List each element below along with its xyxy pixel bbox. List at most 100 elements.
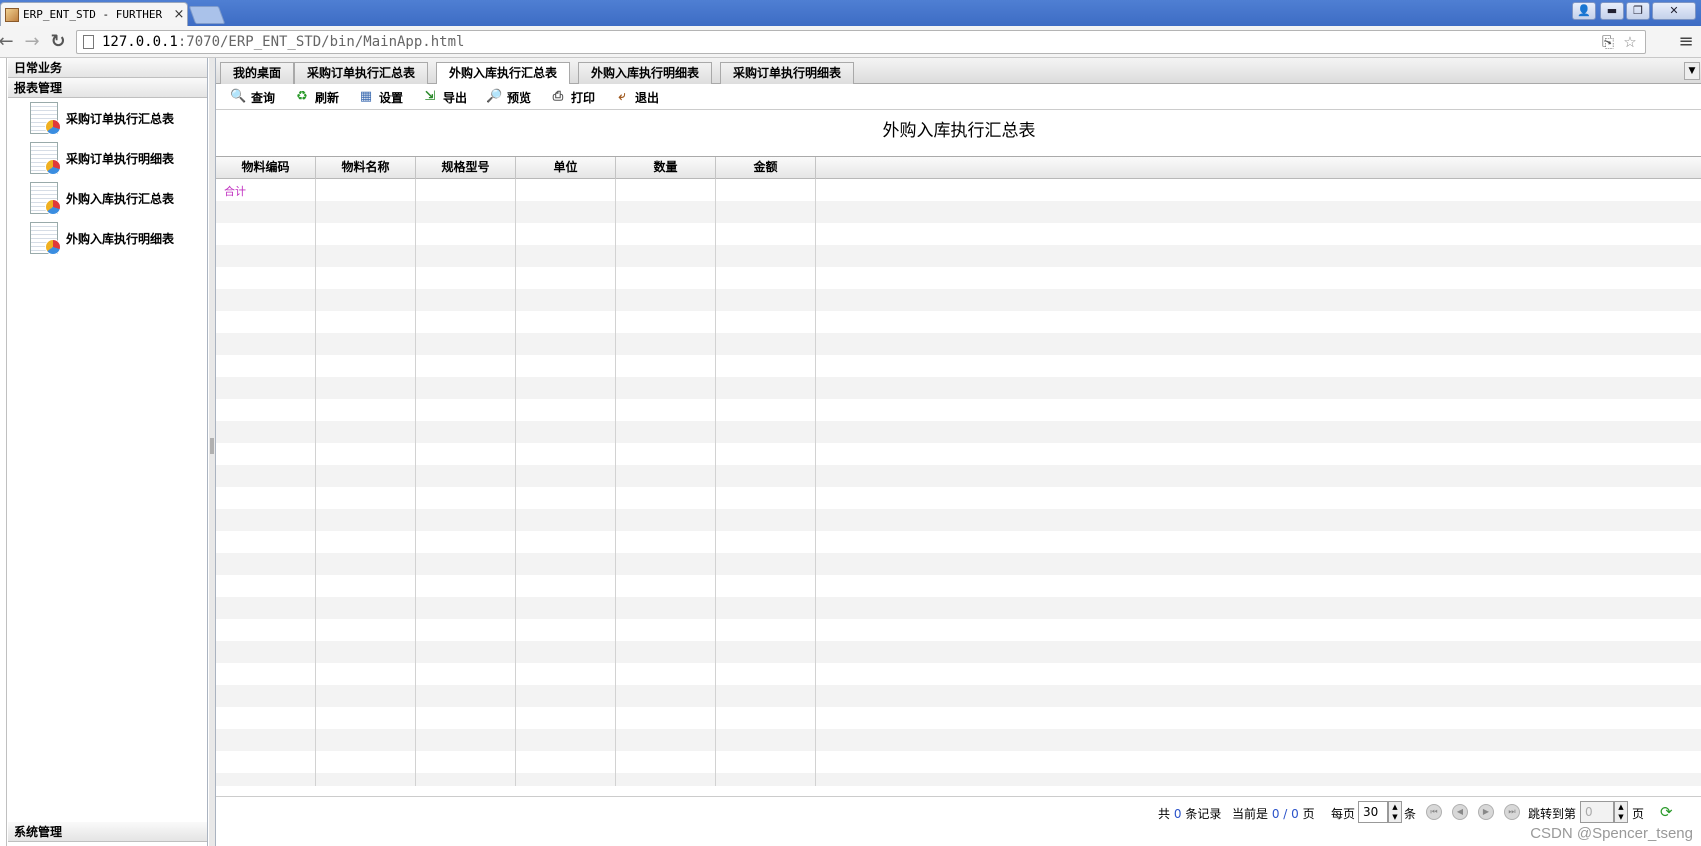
preview-icon: 🔎 (486, 89, 503, 104)
page-icon (83, 35, 94, 49)
back-arrow-icon[interactable]: ← (0, 32, 16, 52)
sidebar: 日常业务 报表管理 采购订单执行汇总表 采购订单执行明细表 外购入库执行汇总表 … (8, 58, 208, 846)
favicon-icon (5, 7, 19, 22)
tab-purchase-order-summary[interactable]: 采购订单执行汇总表 (294, 62, 429, 84)
per-page-label: 每页 (1331, 807, 1356, 821)
browser-tab[interactable]: ERP_ENT_STD - FURTHER × (0, 2, 188, 26)
sidebar-item-label: 采购订单执行明细表 (66, 151, 175, 166)
last-page-icon[interactable]: ⏭ (1504, 804, 1520, 820)
refresh-button[interactable]: ♻ 刷新 (294, 87, 339, 107)
pager-refresh-icon[interactable]: ⟳ (1660, 804, 1676, 820)
column-header-unit[interactable]: 单位 (516, 157, 616, 179)
tab-list-dropdown-icon[interactable]: ▼ (1684, 62, 1700, 80)
report-icon (30, 222, 61, 255)
translate-icon[interactable]: ⎘ (1599, 33, 1617, 51)
report-grid: 物料编码 物料名称 规格型号 单位 数量 金额 合计 (216, 156, 1701, 786)
splitter-grip[interactable] (210, 438, 214, 454)
report-icon (30, 142, 61, 175)
print-button[interactable]: ⎙ 打印 (550, 87, 595, 107)
per-page-spinner[interactable]: ▲ ▼ (1388, 801, 1402, 823)
address-bar[interactable]: 127.0.0.1:7070/ERP_ENT_STD/bin/MainApp.h… (76, 30, 1646, 54)
per-page-input[interactable]: 30 (1358, 801, 1388, 823)
grid-header: 物料编码 物料名称 规格型号 单位 数量 金额 (216, 157, 1701, 179)
tab-inbound-detail[interactable]: 外购入库执行明细表 (578, 62, 713, 84)
grid-body[interactable]: 合计 (216, 179, 1701, 786)
browser-tab-title: ERP_ENT_STD - FURTHER (23, 8, 163, 21)
prev-page-icon[interactable]: ◀ (1452, 804, 1468, 820)
column-header-spec-model[interactable]: 规格型号 (416, 157, 516, 179)
report-icon (30, 182, 61, 215)
per-page-unit: 条 (1404, 807, 1417, 821)
exit-label: 退出 (635, 90, 660, 105)
report-menu: 采购订单执行汇总表 采购订单执行明细表 外购入库执行汇总表 外购入库执行明细表 (8, 98, 207, 824)
minimize-button[interactable]: ▬ (1600, 2, 1624, 20)
reload-icon[interactable]: ↻ (48, 32, 68, 52)
sidebar-item-inbound-detail[interactable]: 外购入库执行明细表 (30, 220, 174, 256)
new-tab-button[interactable] (188, 6, 226, 24)
exit-door-icon: ⤶ (618, 89, 626, 104)
column-header-amount[interactable]: 金额 (716, 157, 816, 179)
refresh-label: 刷新 (315, 90, 340, 105)
sidebar-item-label: 外购入库执行汇总表 (66, 191, 175, 206)
jump-page-unit: 页 (1632, 807, 1645, 821)
close-tab-icon[interactable]: × (171, 7, 187, 22)
current-page-value: 0 / 0 (1271, 807, 1299, 821)
browser-titlebar: ERP_ENT_STD - FURTHER × 👤 ▬ ❐ ✕ (0, 0, 1701, 26)
sidebar-item-purchase-order-summary[interactable]: 采购订单执行汇总表 (30, 100, 174, 136)
browser-menu-icon[interactable]: ≡ (1676, 32, 1696, 52)
column-header-material-code[interactable]: 物料编码 (216, 157, 316, 179)
search-icon: 🔍 (230, 89, 247, 104)
column-header-quantity[interactable]: 数量 (616, 157, 716, 179)
column-divider (415, 179, 416, 786)
total-records-text: 共 0 条记录 (1158, 807, 1222, 821)
app-area: 日常业务 报表管理 采购订单执行汇总表 采购订单执行明细表 外购入库执行汇总表 … (0, 58, 1701, 846)
column-divider (615, 179, 616, 786)
tab-my-desktop[interactable]: 我的桌面 (220, 62, 295, 84)
accordion-daily-business[interactable]: 日常业务 (8, 58, 207, 78)
sidebar-item-inbound-summary[interactable]: 外购入库执行汇总表 (30, 180, 174, 216)
preview-button[interactable]: 🔎 预览 (486, 87, 531, 107)
tab-inbound-summary[interactable]: 外购入库执行汇总表 (436, 62, 571, 85)
column-divider (815, 179, 816, 786)
settings-grid-icon: ▦ (359, 89, 373, 104)
sidebar-item-label: 采购订单执行汇总表 (66, 111, 175, 126)
query-button[interactable]: 🔍 查询 (230, 87, 275, 107)
report-icon (30, 102, 61, 135)
forward-arrow-icon[interactable]: → (22, 32, 42, 52)
close-window-button[interactable]: ✕ (1652, 2, 1696, 20)
settings-button[interactable]: ▦ 设置 (358, 87, 403, 107)
maximize-button[interactable]: ❐ (1626, 2, 1650, 20)
accordion-report-management[interactable]: 报表管理 (8, 78, 207, 98)
settings-label: 设置 (379, 90, 404, 105)
jump-page-input[interactable]: 0 (1580, 801, 1614, 823)
sidebar-item-purchase-order-detail[interactable]: 采购订单执行明细表 (30, 140, 174, 176)
column-header-material-name[interactable]: 物料名称 (316, 157, 416, 179)
document-tabstrip: 我的桌面 采购订单执行汇总表 外购入库执行汇总表 外购入库执行明细表 采购订单执… (216, 58, 1701, 85)
export-label: 导出 (443, 90, 468, 105)
first-page-icon[interactable]: ⏮ (1426, 804, 1442, 820)
current-page-text: 当前是 0 / 0 页 (1232, 807, 1315, 821)
total-row-label: 合计 (224, 185, 246, 198)
export-button[interactable]: ⇲ 导出 (422, 87, 467, 107)
jump-to-label: 跳转到第 (1528, 807, 1577, 821)
bookmark-star-icon[interactable]: ☆ (1621, 33, 1639, 51)
csdn-watermark: CSDN @Spencer_tseng (1530, 825, 1693, 842)
tab-purchase-order-detail[interactable]: 采购订单执行明细表 (720, 62, 855, 84)
column-divider (715, 179, 716, 786)
preview-label: 预览 (507, 90, 532, 105)
user-icon[interactable]: 👤 (1572, 2, 1596, 20)
collapsed-panel-strip[interactable] (0, 58, 7, 846)
exit-button[interactable]: ⤶ 退出 (614, 87, 659, 107)
sidebar-item-label: 外购入库执行明细表 (66, 231, 175, 246)
browser-toolbar: ← → ↻ 127.0.0.1:7070/ERP_ENT_STD/bin/Mai… (0, 26, 1701, 58)
pagination-bar: 共 0 条记录 当前是 0 / 0 页 每页 30 ▲ ▼ 条 ⏮ ◀ ▶ ⏭ 跳… (216, 796, 1701, 826)
url-host: 127.0.0.1 (102, 34, 178, 50)
column-divider (515, 179, 516, 786)
accordion-system-management[interactable]: 系统管理 (8, 822, 207, 842)
next-page-icon[interactable]: ▶ (1478, 804, 1494, 820)
jump-page-spinner[interactable]: ▲ ▼ (1614, 801, 1628, 823)
printer-icon: ⎙ (552, 89, 564, 104)
query-label: 查询 (251, 90, 276, 105)
main-panel: 我的桌面 采购订单执行汇总表 外购入库执行汇总表 外购入库执行明细表 采购订单执… (215, 58, 1701, 846)
report-title: 外购入库执行汇总表 (882, 121, 1036, 141)
